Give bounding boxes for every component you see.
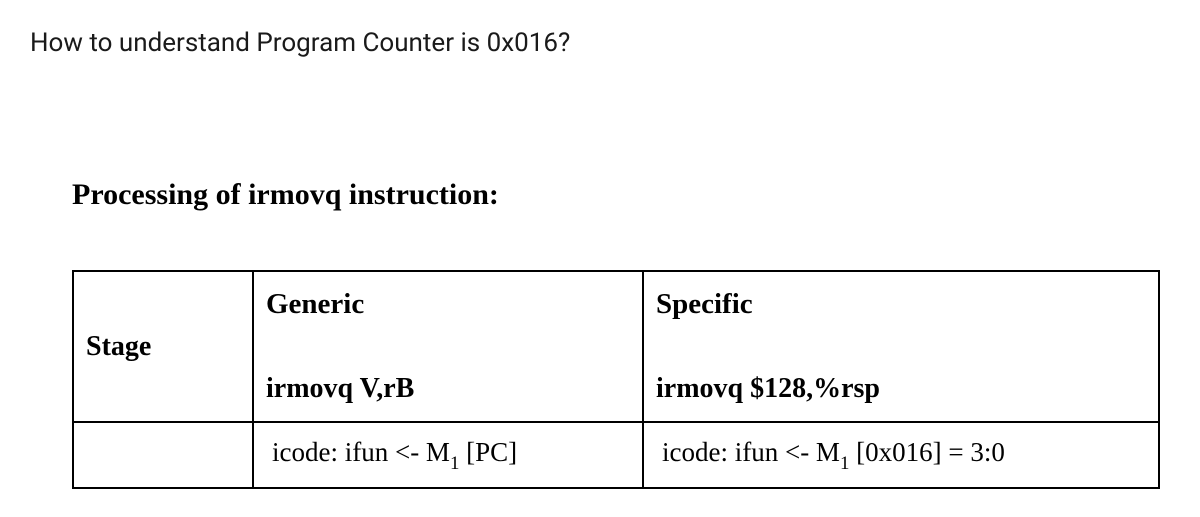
specific-header-cell: Specific irmovq $128,%rsp — [643, 271, 1159, 422]
generic-data-cell: icode: ifun <- M1 [PC] — [253, 422, 643, 488]
instruction-table: Stage Generic irmovq V,rB Specific irmov… — [72, 270, 1160, 489]
generic-suffix: [PC] — [459, 437, 517, 467]
specific-header-top: Specific — [644, 272, 1158, 337]
stage-header-cell: Stage — [73, 271, 253, 422]
question-text: How to understand Program Counter is 0x0… — [30, 28, 1170, 58]
section-heading: Processing of irmovq instruction: — [72, 178, 1160, 212]
specific-header-bottom: irmovq $128,%rsp — [644, 337, 1158, 421]
table-header-row: Stage Generic irmovq V,rB Specific irmov… — [73, 271, 1159, 422]
stage-empty-cell — [73, 422, 253, 488]
specific-data-cell: icode: ifun <- M1 [0x016] = 3:0 — [643, 422, 1159, 488]
generic-header-top: Generic — [254, 272, 642, 337]
content-block: Processing of irmovq instruction: Stage … — [72, 178, 1160, 489]
generic-header-cell: Generic irmovq V,rB — [253, 271, 643, 422]
generic-subscript: 1 — [450, 453, 459, 474]
generic-header-bottom: irmovq V,rB — [254, 337, 642, 421]
stage-label: Stage — [86, 331, 151, 362]
generic-prefix: icode: ifun <- M — [272, 437, 450, 467]
specific-suffix: [0x016] = 3:0 — [849, 437, 1004, 467]
specific-prefix: icode: ifun <- M — [662, 437, 840, 467]
table-row: icode: ifun <- M1 [PC] icode: ifun <- M1… — [73, 422, 1159, 488]
specific-subscript: 1 — [840, 453, 849, 474]
